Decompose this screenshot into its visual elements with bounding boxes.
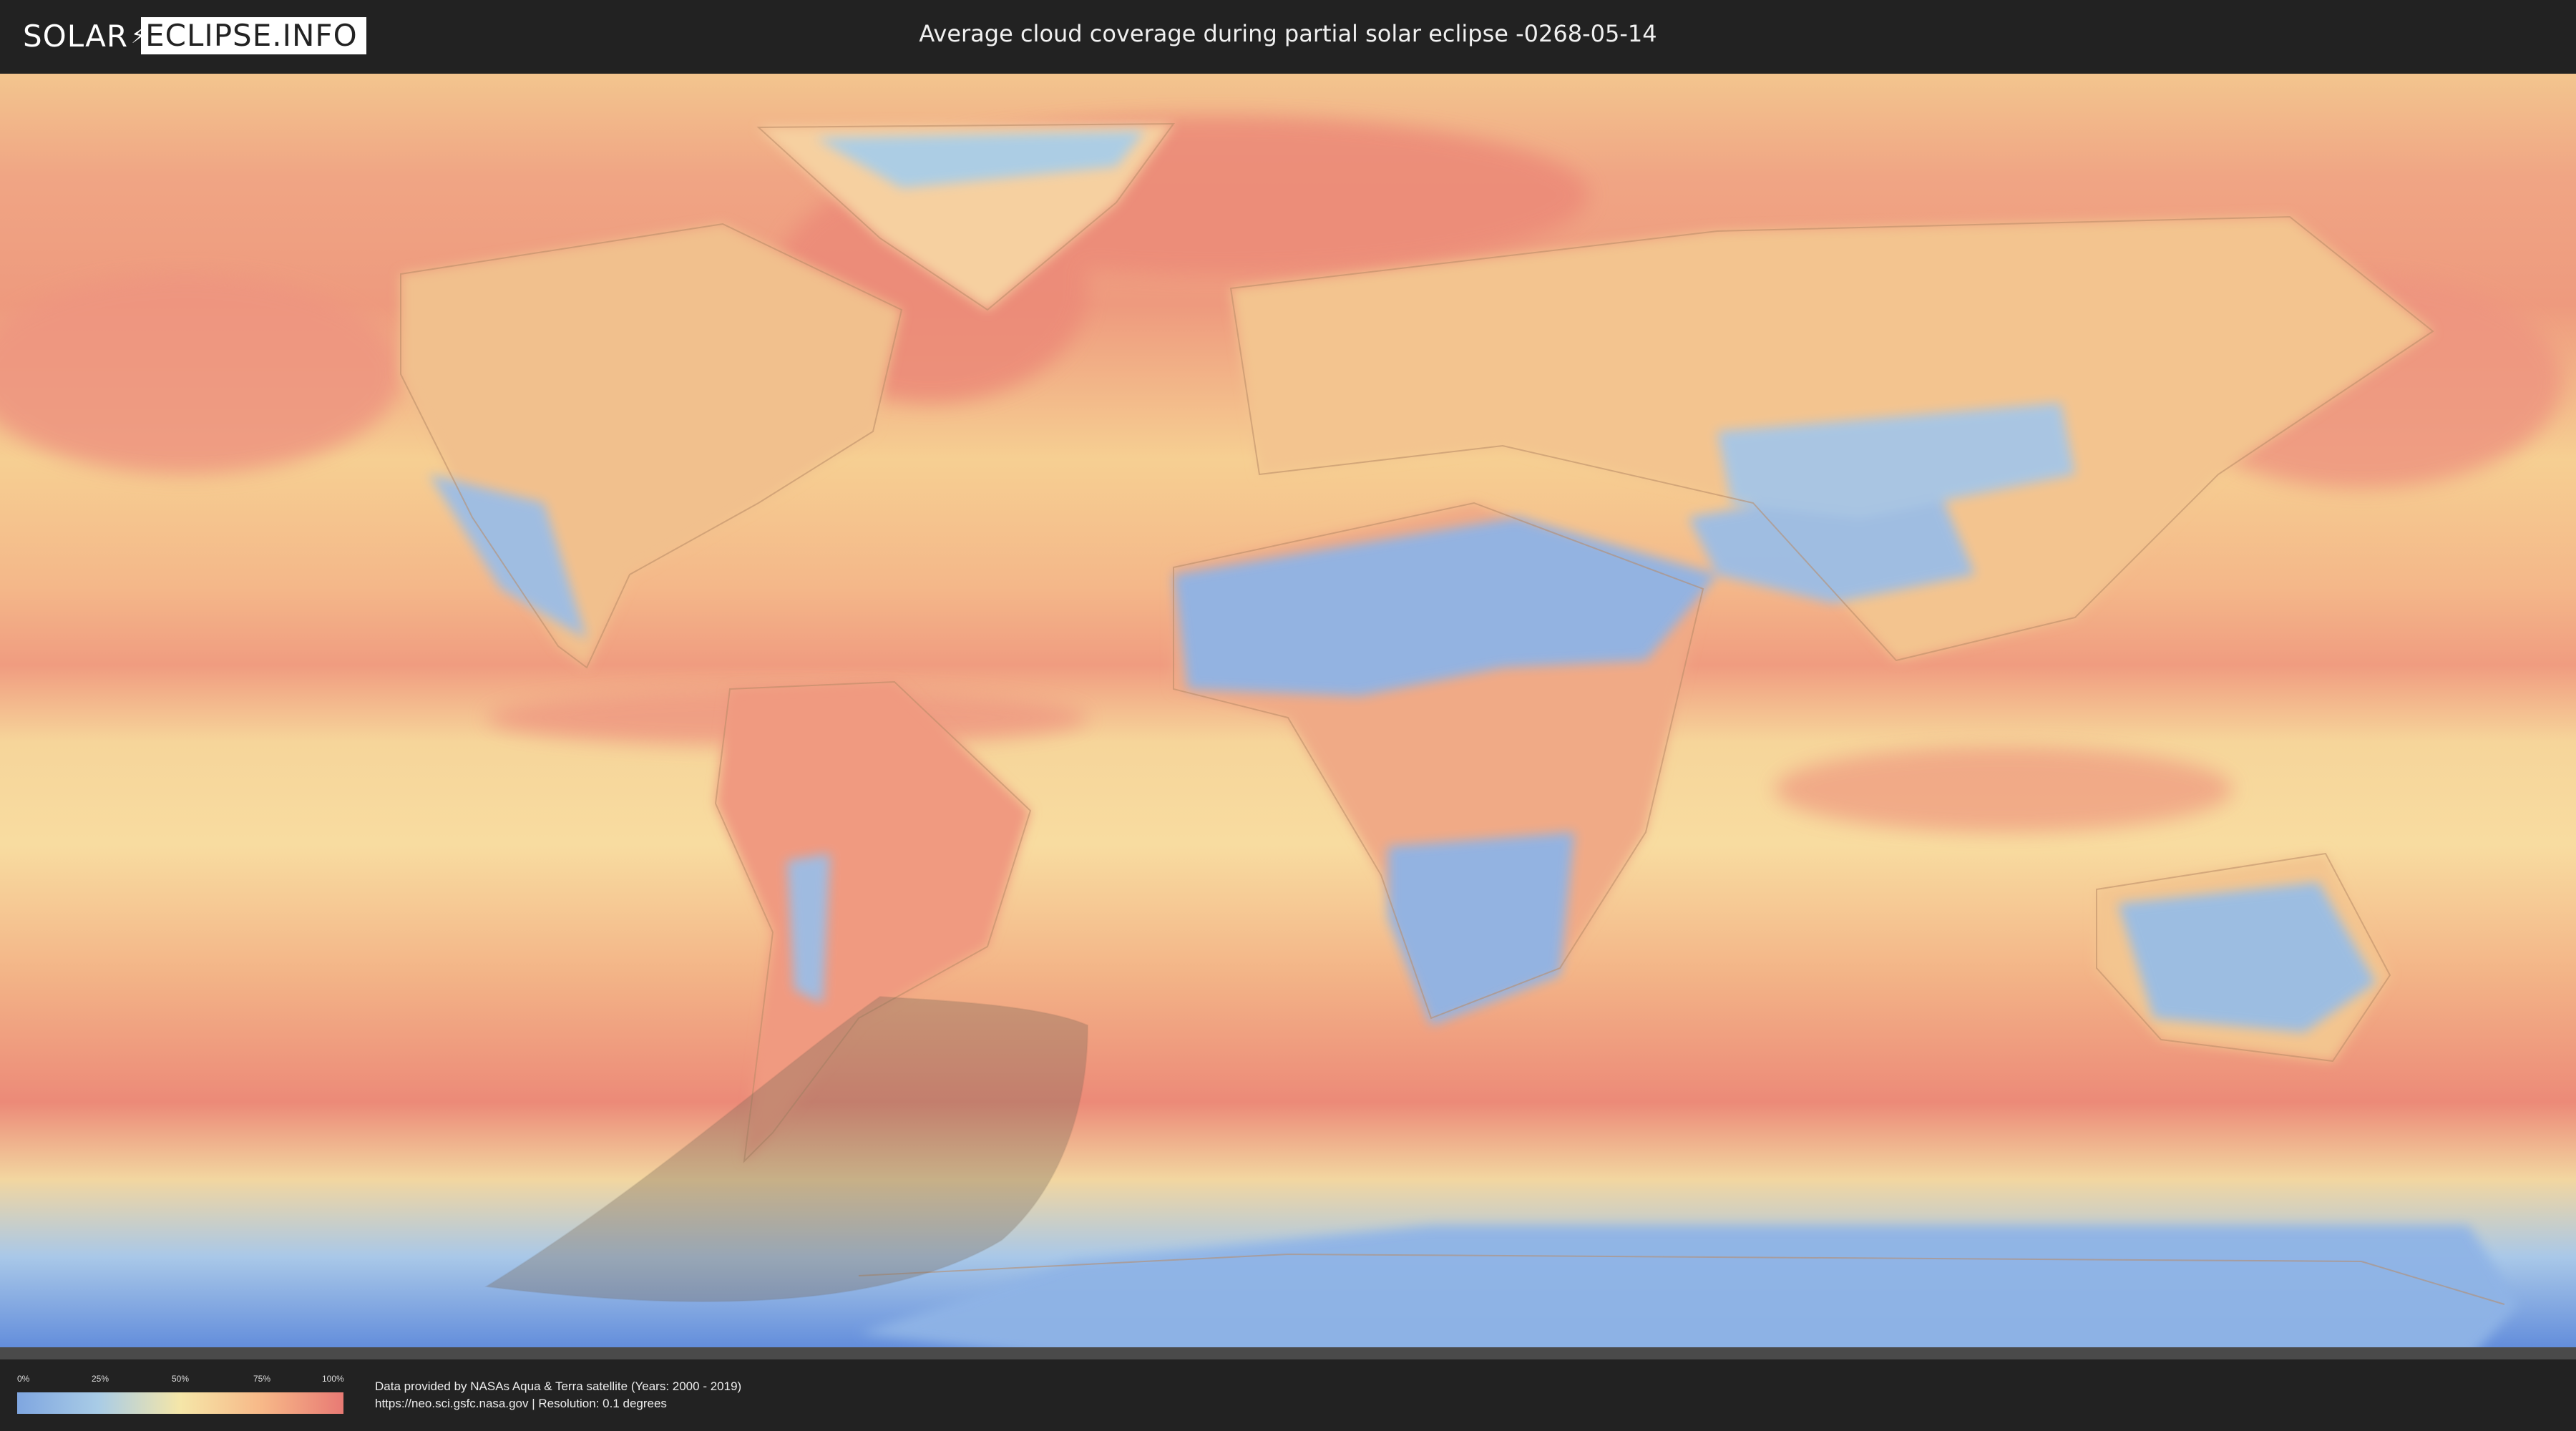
bottom-edge — [0, 1347, 2576, 1359]
legend-color-bar — [17, 1392, 343, 1414]
legend-tick-0: 0% — [17, 1374, 30, 1384]
legend-tick-50: 50% — [172, 1374, 190, 1384]
data-source-link[interactable]: https://neo.sci.gsfc.nasa.gov | Resoluti… — [375, 1397, 667, 1411]
cloud-coverage-map — [0, 74, 2576, 1359]
legend-tick-25: 25% — [92, 1374, 109, 1384]
legend-tick-100: 100% — [322, 1374, 344, 1384]
footer-bar — [0, 1359, 2576, 1431]
legend-tick-75: 75% — [253, 1374, 271, 1384]
data-credit: Data provided by NASAs Aqua & Terra sate… — [375, 1379, 742, 1393]
header-bar: SOLAR ⚡ ECLIPSE.INFO Average cloud cover… — [0, 0, 2576, 72]
page-title: Average cloud coverage during partial so… — [919, 20, 1657, 47]
